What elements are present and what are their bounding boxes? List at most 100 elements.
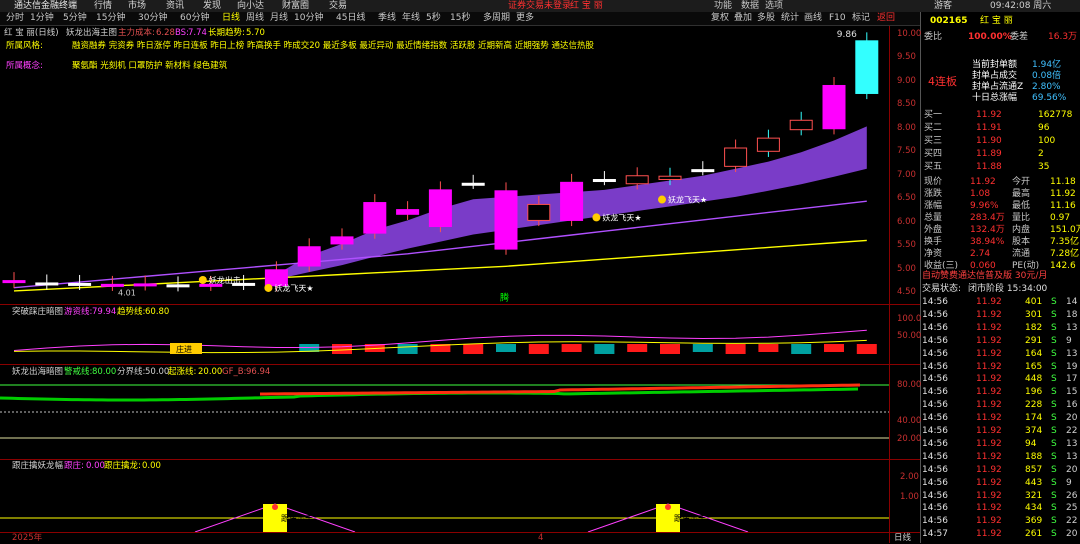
- period-tab-16[interactable]: 更多: [516, 12, 534, 25]
- menu-item[interactable]: 市场: [128, 0, 146, 12]
- toolbar-btn-5[interactable]: F10: [829, 12, 846, 25]
- sub3-a-val: 0.00: [86, 461, 105, 471]
- candle[interactable]: [428, 181, 452, 233]
- buy-label: 买五: [924, 162, 943, 172]
- tick-time: 14:56: [922, 348, 948, 359]
- menu-item[interactable]: 向小达: [237, 0, 264, 12]
- low-label: 4.01: [118, 289, 136, 298]
- candle[interactable]: [396, 201, 420, 220]
- period-tab-7[interactable]: 周线: [246, 12, 264, 25]
- tick-row: 14:56 11.92 291 S 9: [920, 336, 1080, 347]
- tick-price: 11.92: [976, 361, 1002, 372]
- period-tab-5[interactable]: 60分钟: [180, 12, 209, 25]
- sub2-axis-3: 20.00: [897, 434, 922, 444]
- tick-row: 14:56 11.92 374 S 22: [920, 426, 1080, 437]
- sub2-name[interactable]: 妖龙出海暗图: [12, 367, 63, 378]
- sub2-trend-green: [0, 387, 859, 402]
- sub1-bar: [824, 344, 844, 352]
- sub1-name[interactable]: 突破踩庄暗图: [12, 307, 63, 318]
- tick-row: 14:56 11.92 94 S 13: [920, 439, 1080, 450]
- candle[interactable]: [35, 274, 59, 290]
- bottom-year: 2025年: [12, 533, 43, 543]
- period-tab-6[interactable]: 日线: [222, 12, 240, 25]
- ad-row[interactable]: 自动赞费通达信普及版 30元/月: [920, 271, 1080, 282]
- svg-text:妖龙飞天★: 妖龙飞天★: [668, 195, 707, 205]
- candle[interactable]: [592, 171, 616, 186]
- tick-time: 14:56: [922, 490, 948, 501]
- sub3-b-val: 0.00: [142, 461, 161, 471]
- period-tab-0[interactable]: 分时: [6, 12, 24, 25]
- func-btn-0[interactable]: 功能: [714, 0, 732, 13]
- stat-row: 现价 11.92 今开 11.18: [920, 177, 1080, 188]
- menu-item[interactable]: 行情: [94, 0, 112, 12]
- candle[interactable]: [2, 272, 26, 289]
- period-tab-1[interactable]: 1分钟: [30, 12, 54, 25]
- toolbar-btn-1[interactable]: 叠加: [734, 12, 752, 25]
- ad-text[interactable]: 自动赞费通达信普及版 30元/月: [922, 271, 1047, 282]
- menu-item[interactable]: 交易: [329, 0, 347, 12]
- tick-price: 11.92: [976, 297, 1002, 307]
- candle[interactable]: [822, 77, 846, 135]
- svg-text:妖龙出击: 妖龙出击: [209, 275, 241, 285]
- candle[interactable]: [756, 129, 780, 157]
- tick-side: S: [1051, 309, 1057, 320]
- stat-value: 2.74: [970, 249, 991, 259]
- menu-item[interactable]: 资讯: [166, 0, 184, 12]
- tick-side: S: [1051, 400, 1057, 411]
- toolbar-btn-7[interactable]: 返回: [877, 12, 895, 25]
- tick-time: 14:56: [922, 322, 948, 333]
- period-tab-4[interactable]: 30分钟: [138, 12, 167, 25]
- period-tab-11[interactable]: 季线: [378, 12, 396, 25]
- stat-label: 最低: [1012, 201, 1031, 211]
- menu-item[interactable]: 发现: [203, 0, 221, 12]
- sub1-axis-2: 50.00: [897, 331, 922, 341]
- tick-time: 14:56: [922, 426, 948, 436]
- tick-price: 11.92: [976, 490, 1002, 501]
- sub2-chart[interactable]: [0, 365, 889, 459]
- main-indicator-name[interactable]: 妖龙出海主图: [66, 28, 117, 39]
- quote-name: 红 宝 丽: [980, 16, 1013, 26]
- trade-state-label: 交易状态:: [922, 284, 962, 294]
- period-tab-14[interactable]: 15秒: [450, 12, 470, 25]
- stat-label: 今开: [1012, 177, 1031, 187]
- period-tab-3[interactable]: 15分钟: [96, 12, 125, 25]
- candle[interactable]: [363, 194, 387, 239]
- tick-count: 22: [1066, 516, 1078, 527]
- sub2-c-label: 起涨线:: [168, 367, 197, 377]
- menu-item[interactable]: 财富圈: [282, 0, 309, 12]
- func-btn-1[interactable]: 数据: [741, 0, 759, 13]
- period-tab-13[interactable]: 5秒: [426, 12, 441, 25]
- buy-row: 买四 11.89 2: [920, 149, 1080, 160]
- candle[interactable]: [789, 111, 813, 136]
- tick-time: 14:56: [922, 438, 948, 449]
- tick-price: 11.92: [976, 413, 1002, 424]
- toolbar-btn-0[interactable]: 复权: [711, 12, 729, 25]
- period-tab-8[interactable]: 月线: [270, 12, 288, 25]
- tick-side: S: [1051, 451, 1057, 462]
- candle[interactable]: [855, 32, 879, 100]
- period-tab-15[interactable]: 多周期: [483, 12, 510, 25]
- tick-price: 11.92: [976, 387, 1002, 398]
- sub3-axis-1: 2.00: [900, 472, 919, 482]
- toolbar-btn-3[interactable]: 统计: [781, 12, 799, 25]
- candle[interactable]: [461, 174, 485, 189]
- seal-value: 1.94亿: [1032, 60, 1062, 70]
- toolbar-btn-2[interactable]: 多股: [757, 12, 775, 25]
- tick-volume: 434: [1025, 503, 1043, 514]
- period-tab-2[interactable]: 5分钟: [63, 12, 87, 25]
- period-tab-10[interactable]: 45日线: [336, 12, 365, 25]
- period-tab-9[interactable]: 10分钟: [294, 12, 323, 25]
- toolbar-btn-4[interactable]: 画线: [804, 12, 822, 25]
- stat-value: 7.28亿: [1050, 249, 1080, 259]
- buy-row: 买一 11.92 162778: [920, 110, 1080, 121]
- toolbar-btn-6[interactable]: 标记: [852, 12, 870, 25]
- seal-row: 当前封单额 1.94亿: [920, 60, 1080, 71]
- func-btn-2[interactable]: 选项: [765, 0, 783, 13]
- sub3-name[interactable]: 跟庄擒妖龙幅: [12, 461, 63, 472]
- candle[interactable]: [560, 173, 584, 227]
- candle[interactable]: [494, 182, 518, 255]
- weibi-label: 委比: [924, 32, 943, 42]
- period-tab-12[interactable]: 年线: [402, 12, 420, 25]
- candle[interactable]: [166, 276, 190, 292]
- candle[interactable]: [691, 161, 715, 176]
